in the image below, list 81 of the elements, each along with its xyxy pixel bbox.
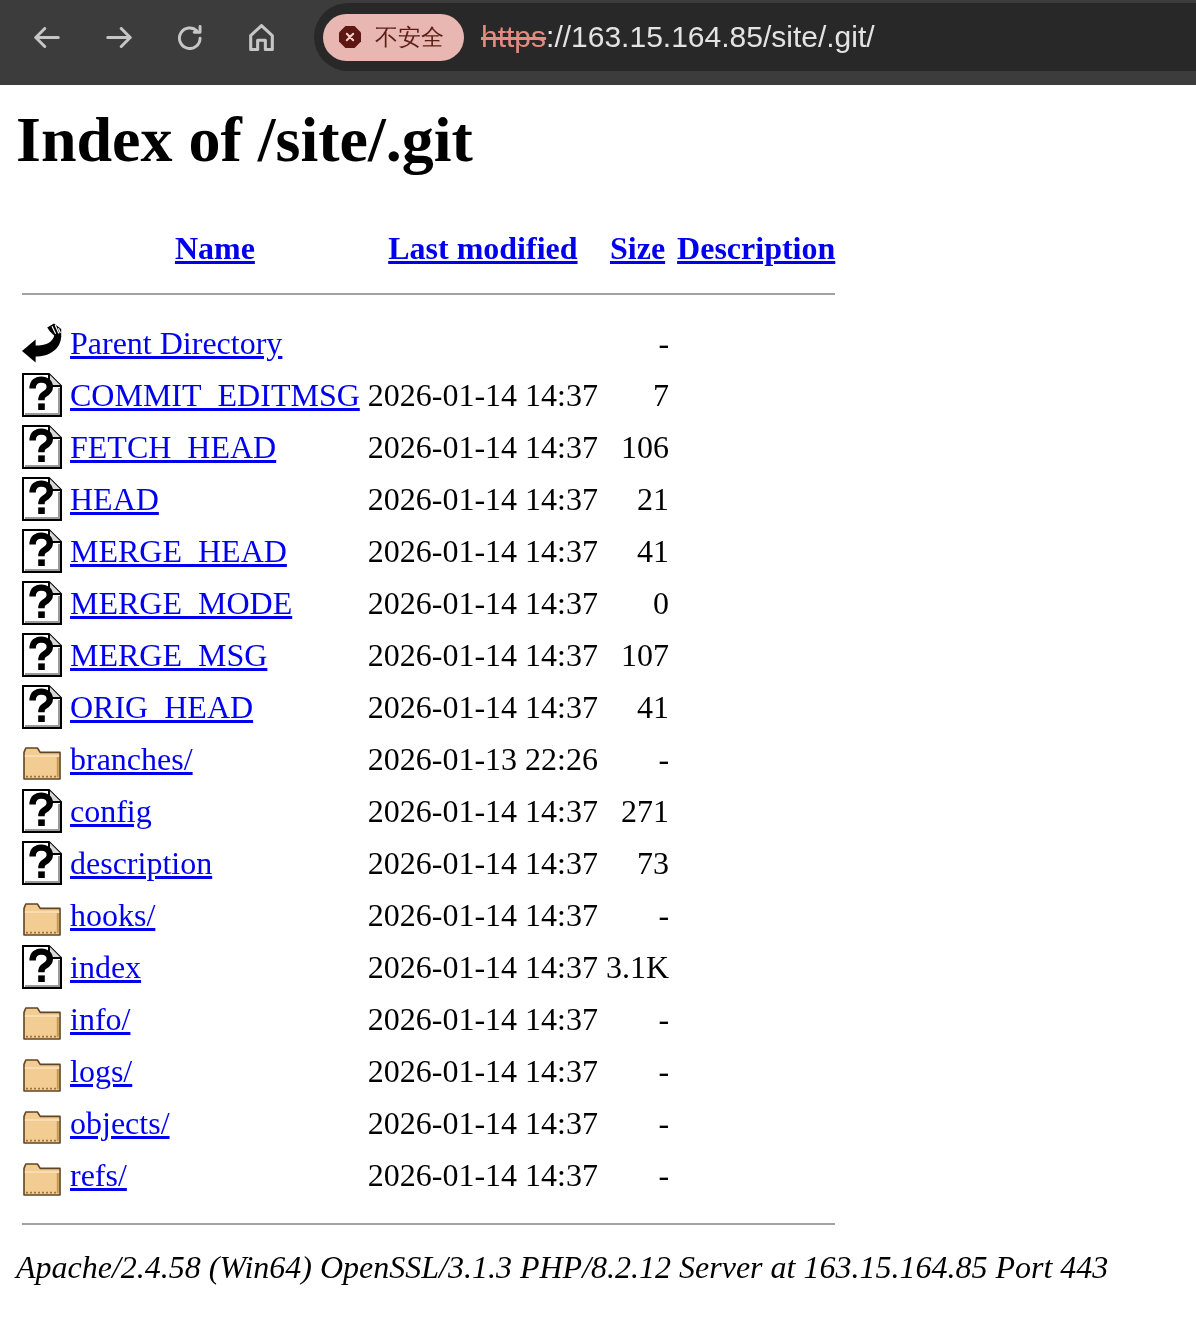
- home-icon[interactable]: [249, 23, 274, 51]
- file-link[interactable]: COMMIT_EDITMSG: [70, 376, 360, 413]
- question-page-icon: [22, 581, 62, 625]
- folder-icon: [23, 902, 61, 936]
- file-size: 0: [653, 584, 670, 621]
- folder-link[interactable]: objects/: [70, 1104, 170, 1141]
- file-size: -: [658, 1104, 670, 1141]
- file-link[interactable]: index: [70, 948, 142, 985]
- modified-date: 2026-01-14 14:37: [367, 896, 598, 933]
- folder-link[interactable]: logs/: [70, 1052, 133, 1089]
- modified-date: 2026-01-14 14:37: [367, 792, 598, 829]
- folder-icon: [23, 1006, 61, 1040]
- url-text: https://163.15.164.85/site/.git/: [481, 20, 875, 54]
- file-size: 107: [621, 636, 670, 673]
- question-page-icon: [22, 633, 62, 677]
- page-title: Index of /site/.git: [16, 103, 474, 177]
- file-link[interactable]: HEAD: [70, 480, 159, 517]
- file-size: -: [658, 896, 670, 933]
- file-size: -: [658, 324, 670, 361]
- file-link[interactable]: MERGE_MSG: [70, 636, 268, 673]
- file-size: 41: [637, 532, 670, 569]
- forward-arrow-icon[interactable]: [106, 26, 132, 48]
- modified-date: 2026-01-14 14:37: [367, 844, 598, 881]
- file-link[interactable]: FETCH_HEAD: [70, 428, 277, 465]
- error-octagon-icon: [339, 26, 361, 48]
- folder-link[interactable]: refs/: [70, 1156, 127, 1193]
- question-page-icon: [22, 477, 62, 521]
- modified-date: 2026-01-14 14:37: [367, 688, 598, 725]
- back-arrow-icon[interactable]: [34, 26, 60, 48]
- folder-link[interactable]: hooks/: [70, 896, 156, 933]
- parent-directory-link[interactable]: Parent Directory: [70, 324, 283, 361]
- file-size: 73: [637, 844, 670, 881]
- security-badge[interactable]: 不安全: [323, 13, 464, 61]
- folder-icon: [23, 1162, 61, 1196]
- folder-icon: [23, 1110, 61, 1144]
- modified-date: 2026-01-13 22:26: [367, 740, 598, 777]
- file-size: 21: [637, 480, 670, 517]
- file-link[interactable]: MERGE_HEAD: [70, 532, 287, 569]
- file-link[interactable]: config: [70, 792, 152, 829]
- question-page-icon: [22, 685, 62, 729]
- modified-date: 2026-01-14 14:37: [367, 584, 598, 621]
- file-size: -: [658, 1156, 670, 1193]
- reload-icon[interactable]: [178, 24, 203, 50]
- question-page-icon: [22, 425, 62, 469]
- column-sort-link[interactable]: Description: [677, 230, 836, 266]
- file-size: 3.1K: [606, 948, 670, 985]
- folder-icon: [23, 1058, 61, 1092]
- file-link[interactable]: ORIG_HEAD: [70, 688, 254, 725]
- modified-date: 2026-01-14 14:37: [367, 1104, 598, 1141]
- modified-date: 2026-01-14 14:37: [367, 376, 598, 413]
- column-sort-link[interactable]: Size: [610, 230, 666, 266]
- column-sort-link[interactable]: Name: [174, 230, 255, 266]
- modified-date: 2026-01-14 14:37: [367, 948, 598, 985]
- file-size: 271: [621, 792, 670, 829]
- modified-date: 2026-01-14 14:37: [367, 428, 598, 465]
- file-size: -: [658, 1000, 670, 1037]
- column-sort-link[interactable]: Last modified: [388, 230, 578, 266]
- file-size: -: [658, 1052, 670, 1089]
- modified-date: 2026-01-14 14:37: [367, 480, 598, 517]
- modified-date: 2026-01-14 14:37: [367, 1000, 598, 1037]
- curved-arrow-icon: [22, 323, 62, 363]
- folder-link[interactable]: info/: [70, 1000, 131, 1037]
- modified-date: 2026-01-14 14:37: [367, 1156, 598, 1193]
- question-page-icon: [22, 529, 62, 573]
- file-size: 106: [621, 428, 670, 465]
- modified-date: 2026-01-14 14:37: [367, 1052, 598, 1089]
- question-page-icon: [22, 789, 62, 833]
- modified-date: 2026-01-14 14:37: [367, 532, 598, 569]
- file-link[interactable]: MERGE_MODE: [70, 584, 293, 621]
- question-page-icon: [22, 373, 62, 417]
- address-bar[interactable]: 不安全 https://163.15.164.85/site/.git/: [314, 3, 1196, 71]
- question-page-icon: [22, 841, 62, 885]
- question-page-icon: [22, 945, 62, 989]
- file-size: -: [658, 740, 670, 777]
- server-signature: Apache/2.4.58 (Win64) OpenSSL/3.1.3 PHP/8.2.12 Server at 163.15.164.85 Port 443: [16, 1249, 1110, 1286]
- modified-date: 2026-01-14 14:37: [367, 636, 598, 673]
- folder-link[interactable]: branches/: [70, 740, 193, 777]
- file-link[interactable]: description: [70, 844, 213, 881]
- folder-icon: [23, 746, 61, 780]
- file-size: 41: [637, 688, 670, 725]
- file-size: 7: [653, 376, 670, 413]
